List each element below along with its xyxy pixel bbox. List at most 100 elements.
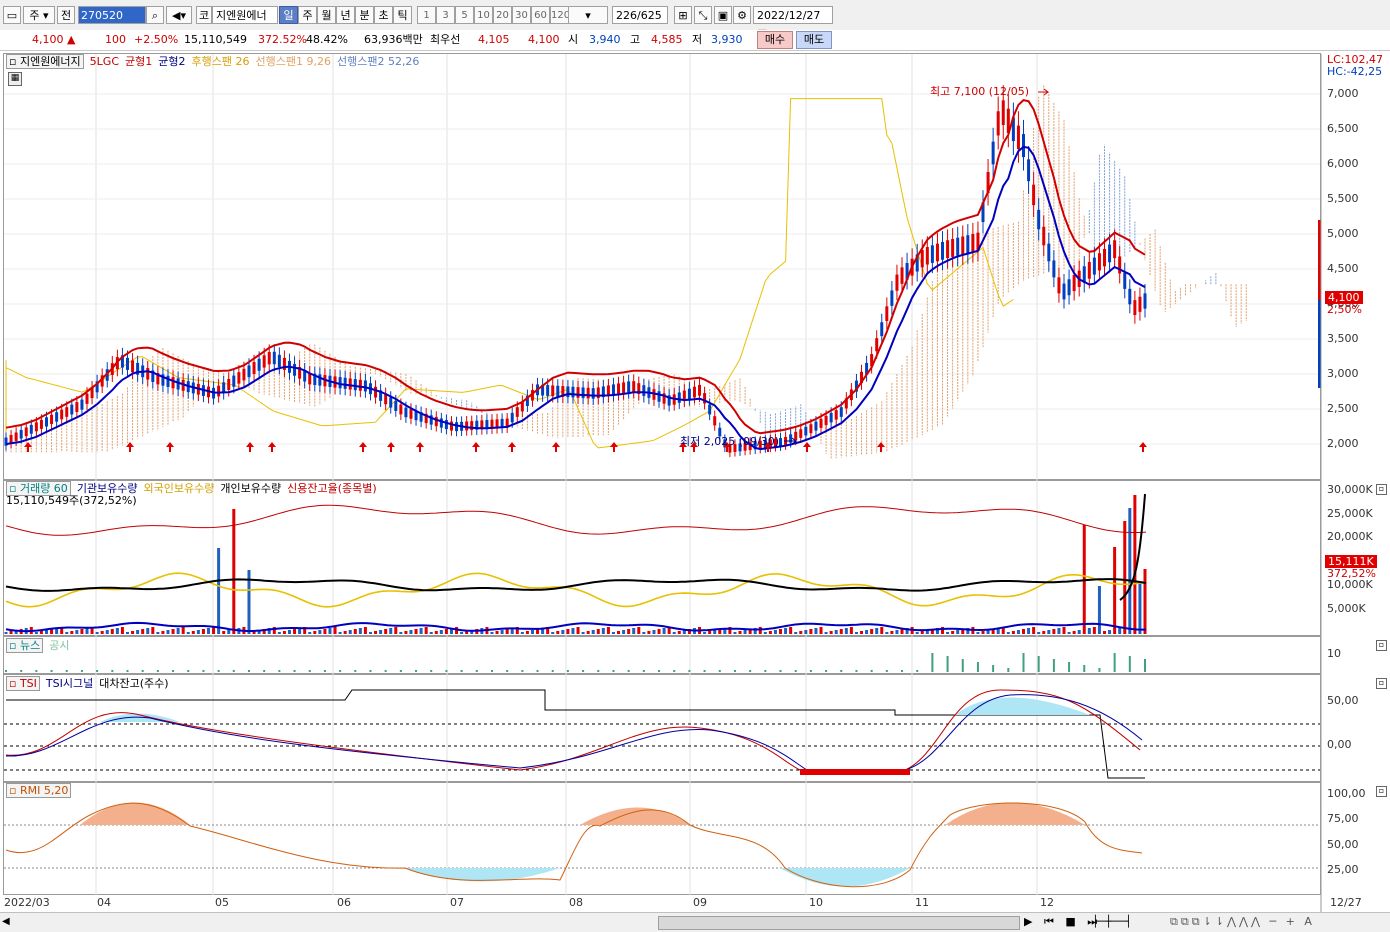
volume-bar xyxy=(495,631,499,634)
candle-body xyxy=(1123,272,1127,289)
volume-bar xyxy=(70,631,74,634)
legend-item[interactable]: 선행스팬2 52,26 xyxy=(337,55,419,68)
candle-body xyxy=(546,385,550,396)
news-legend: ▫ 뉴스 공시 xyxy=(6,638,75,653)
volume-bar xyxy=(277,632,281,634)
chart-tools-icon[interactable]: ⧉⧉⧉⇂⇂⋀⋀⋀ ─ + A xyxy=(1170,915,1315,929)
candle-body xyxy=(890,290,894,306)
candle-body xyxy=(925,247,929,265)
volume-bar xyxy=(768,631,772,634)
legend-item[interactable]: 신용잔고율(종목별) xyxy=(287,482,377,495)
volume-bar xyxy=(1087,628,1091,634)
news-pane-menu-icon[interactable]: ▫ xyxy=(1376,640,1387,651)
volume-bar xyxy=(110,629,114,634)
chart-scrollbar[interactable]: ◀ ▶ ⏮ ■ ⏭ ├─┼──┤ ⧉⧉⧉⇂⇂⋀⋀⋀ ─ + A xyxy=(0,912,1390,932)
rmi-pane-menu-icon[interactable]: ▫ xyxy=(1376,786,1387,797)
volume-bar xyxy=(1103,631,1107,634)
volume-bar xyxy=(657,629,661,634)
volume-bar xyxy=(1072,631,1076,634)
volume-bar xyxy=(318,630,322,634)
legend-item[interactable]: 선행스팬1 9,26 xyxy=(256,55,331,68)
candle-body xyxy=(272,351,276,365)
legend-item[interactable]: 개인보유수량 xyxy=(220,482,281,495)
volume-bar xyxy=(561,630,565,634)
candle-body xyxy=(895,274,899,291)
legend-item[interactable]: 공시 xyxy=(49,639,69,652)
volume-bar xyxy=(662,628,666,634)
candle-body xyxy=(257,358,261,371)
news-bar xyxy=(764,670,767,672)
candle-body xyxy=(824,415,828,426)
volume-bar xyxy=(399,632,403,634)
candle-body xyxy=(34,422,38,432)
x-axis-label: 2022/03 xyxy=(4,896,50,909)
legend-item[interactable]: 대차잔고(주수) xyxy=(99,677,168,690)
volume-bar xyxy=(895,630,899,634)
news-bar xyxy=(263,670,266,672)
candle-body xyxy=(946,240,950,259)
volume-bar xyxy=(875,628,879,634)
tsi-pane-menu-icon[interactable]: ▫ xyxy=(1376,678,1387,689)
news-bar xyxy=(430,670,433,672)
candle-body xyxy=(65,407,69,417)
volume-bar xyxy=(444,629,448,634)
candle-body xyxy=(692,386,696,398)
legend-item[interactable]: ▫ TSI xyxy=(6,676,40,691)
volume-bar xyxy=(363,627,367,634)
news-bar xyxy=(35,670,38,672)
legend-item[interactable]: 후행스팬 26 xyxy=(192,55,250,68)
grid-toggle-icon[interactable]: ▦ xyxy=(8,72,22,86)
y-tick-label: 5,000 xyxy=(1327,227,1359,240)
candle-body xyxy=(399,404,403,415)
news-bar xyxy=(901,670,904,672)
y-tick-label: 2,000 xyxy=(1327,437,1359,450)
volume-bar xyxy=(819,627,823,634)
volume-bar xyxy=(308,632,312,634)
volume-bar xyxy=(358,628,362,634)
legend-item[interactable]: ▫ 뉴스 xyxy=(6,638,44,653)
news-bar xyxy=(718,670,721,672)
news-bar xyxy=(855,670,858,672)
legend-item[interactable]: 외국인보유수량 xyxy=(144,482,215,495)
volume-bar xyxy=(414,629,418,634)
volume-pane-menu-icon[interactable]: ▫ xyxy=(1376,484,1387,495)
scroll-thumb[interactable] xyxy=(658,916,1020,930)
volume-bar xyxy=(333,627,337,634)
volume-bar xyxy=(1042,631,1046,634)
legend-item[interactable]: 균형1 xyxy=(125,55,152,68)
volume-bar xyxy=(115,628,119,634)
candle-body xyxy=(611,384,615,396)
legend-item[interactable]: 균형2 xyxy=(158,55,185,68)
volume-bar xyxy=(338,632,342,634)
volume-bar xyxy=(956,630,960,634)
volume-bar xyxy=(652,630,656,634)
volume-bar xyxy=(606,627,610,634)
volume-bar xyxy=(389,628,393,634)
tsi-oversold-band xyxy=(800,769,910,775)
legend-item[interactable]: TSI시그널 xyxy=(46,677,93,690)
volume-bar xyxy=(581,632,585,634)
candle-body xyxy=(131,360,135,373)
legend-item[interactable]: ▫ 지엔원에너지 xyxy=(6,54,84,69)
legend-item[interactable]: ▫ RMI 5,20 xyxy=(6,783,72,798)
volume-bar xyxy=(834,630,838,634)
news-bar xyxy=(384,670,387,672)
legend-item[interactable]: 5LGC xyxy=(90,55,119,68)
zoom-slider-icon[interactable]: ├─┼──┤ xyxy=(1092,915,1132,928)
candle-body xyxy=(1001,100,1005,126)
playback-controls-icon[interactable]: ▶ ⏮ ■ ⏭ xyxy=(1024,915,1101,929)
candle-body xyxy=(1097,253,1101,271)
candle-body xyxy=(1087,261,1091,279)
news-bar xyxy=(126,670,129,672)
y-tick-label: 4,500 xyxy=(1327,262,1359,275)
candle-body xyxy=(971,233,975,253)
volume-bar xyxy=(384,629,388,634)
candle-body xyxy=(930,245,934,263)
candle-body xyxy=(1022,134,1026,158)
volume-bar xyxy=(784,628,788,634)
volume-bar xyxy=(1037,632,1041,634)
scroll-left-icon[interactable]: ◀ xyxy=(2,916,12,928)
tsi-line xyxy=(5,689,1141,773)
candle-body xyxy=(1032,184,1036,206)
news-bar xyxy=(156,670,159,672)
